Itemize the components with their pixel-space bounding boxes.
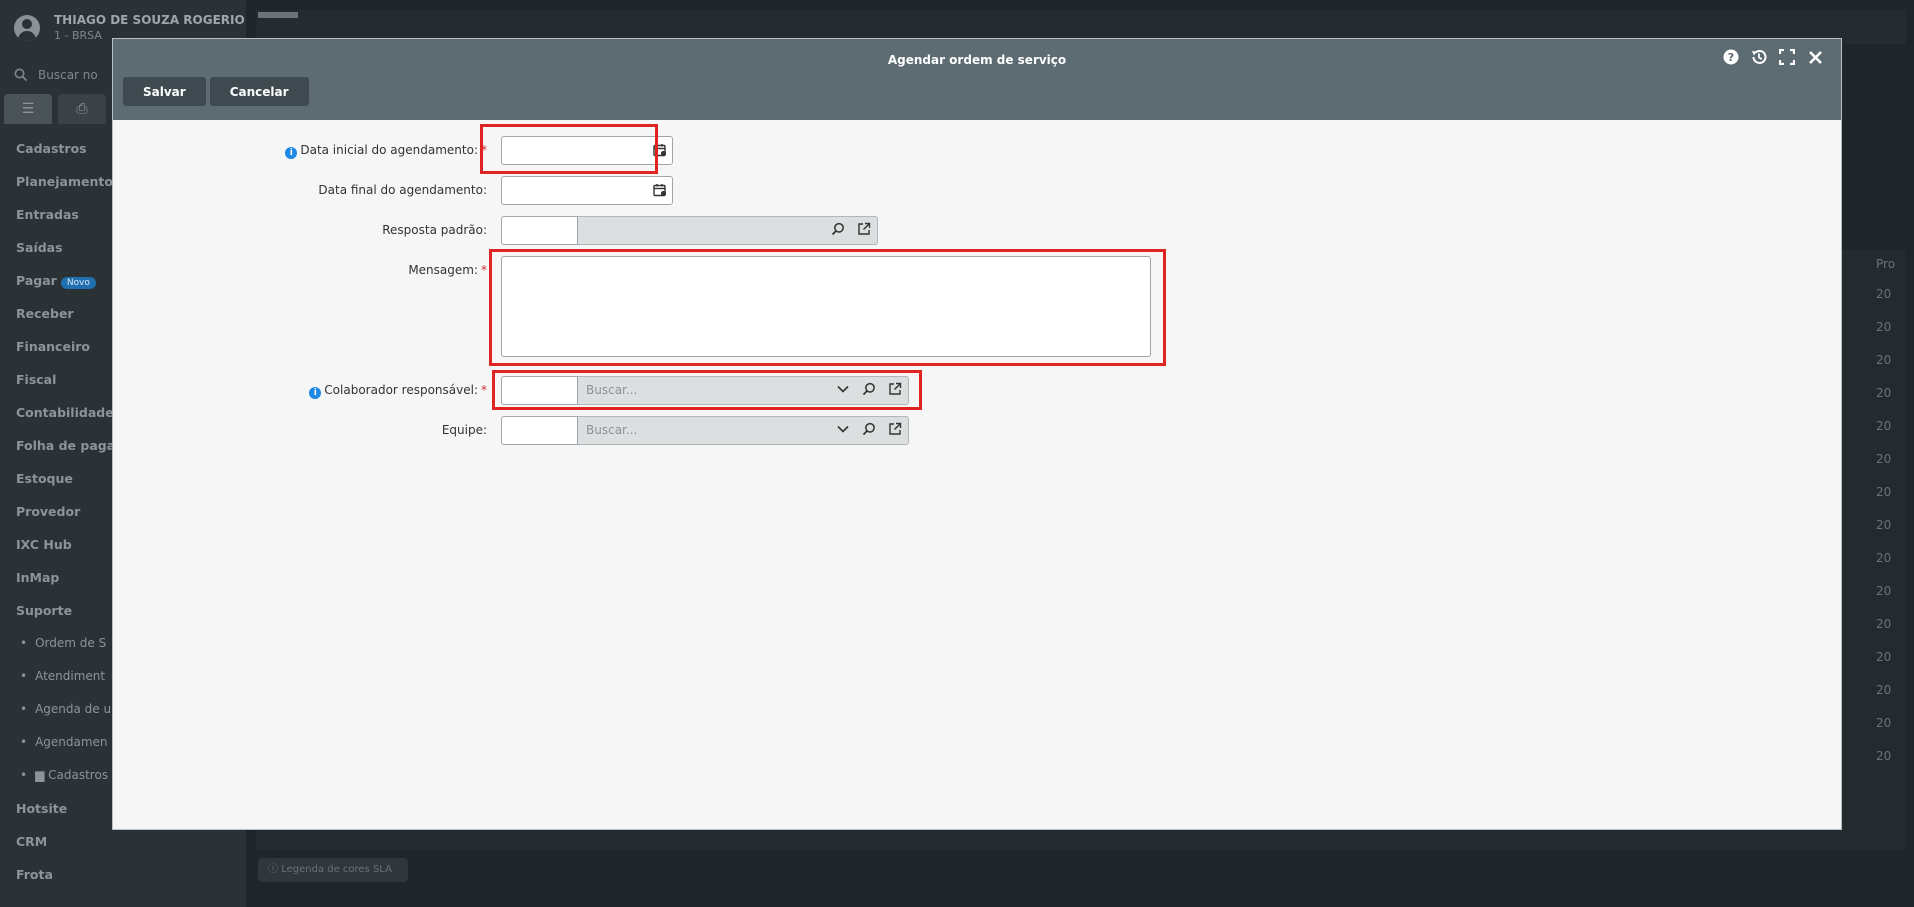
default-response-lookup — [501, 216, 878, 245]
team-search-select[interactable]: Buscar... — [578, 416, 909, 445]
background-tab — [258, 12, 298, 18]
modal-toolbar: Salvar Cancelar — [123, 77, 309, 106]
highlight-responsible — [492, 370, 922, 410]
default-response-label: Resposta padrão: — [382, 223, 487, 237]
open-external-icon[interactable] — [888, 422, 902, 436]
new-badge: Novo — [60, 277, 96, 289]
info-icon[interactable]: i — [285, 147, 298, 159]
help-icon[interactable]: ? — [1721, 47, 1741, 67]
field-row-default-response: Resposta padrão: — [113, 216, 878, 245]
default-response-description — [578, 216, 878, 245]
start-date-label: i Data inicial do agendamento: * — [113, 136, 487, 159]
cancel-button[interactable]: Cancelar — [209, 77, 309, 106]
message-label: Mensagem: * — [408, 263, 487, 277]
svg-text:?: ? — [1728, 51, 1734, 64]
responsible-label: i Colaborador responsável: * — [113, 376, 487, 399]
field-row-team: Equipe: Buscar... — [113, 416, 909, 445]
search-icon[interactable] — [831, 222, 845, 236]
info-icon[interactable]: i — [309, 387, 322, 399]
modal-title: Agendar ordem de serviço — [887, 53, 1067, 67]
background-table-column: Pro 20 20 20 20 20 20 20 20 20 20 20 20 … — [1876, 257, 1896, 763]
modal-header: Agendar ordem de serviço Salvar Cancelar… — [113, 39, 1841, 120]
highlight-message — [489, 249, 1166, 366]
history-icon[interactable] — [1749, 47, 1769, 67]
tab-print[interactable]: ⎙ — [58, 94, 106, 124]
end-date-input[interactable] — [501, 176, 673, 205]
menu-item[interactable]: Frota — [0, 858, 246, 891]
close-icon[interactable] — [1805, 47, 1825, 67]
calendar-icon[interactable] — [653, 183, 667, 197]
sla-legend-button[interactable]: ⓘ Legenda de cores SLA — [258, 858, 408, 882]
info-icon: ⓘ — [268, 864, 278, 875]
user-avatar-icon — [14, 15, 40, 41]
end-date-label: Data final do agendamento: — [318, 183, 487, 197]
tab-menu[interactable]: ☰ — [4, 94, 52, 124]
print-icon: ⎙ — [76, 101, 88, 117]
header-icons: ? — [1721, 47, 1825, 67]
search-icon[interactable] — [862, 422, 876, 436]
open-external-icon[interactable] — [857, 222, 871, 236]
search-icon — [14, 68, 28, 82]
team-code-input[interactable] — [501, 416, 578, 445]
folder-icon: ▆ — [35, 768, 45, 782]
team-label: Equipe: — [441, 423, 487, 437]
highlight-start-date — [480, 124, 658, 174]
list-icon: ☰ — [21, 101, 35, 117]
team-lookup: Buscar... — [501, 416, 909, 445]
chevron-down-icon[interactable] — [836, 422, 850, 436]
schedule-order-modal: Agendar ordem de serviço Salvar Cancelar… — [112, 38, 1842, 830]
default-response-code-input[interactable] — [501, 216, 578, 245]
fullscreen-icon[interactable] — [1777, 47, 1797, 67]
save-button[interactable]: Salvar — [123, 77, 206, 106]
field-row-end-date: Data final do agendamento: — [113, 176, 673, 205]
